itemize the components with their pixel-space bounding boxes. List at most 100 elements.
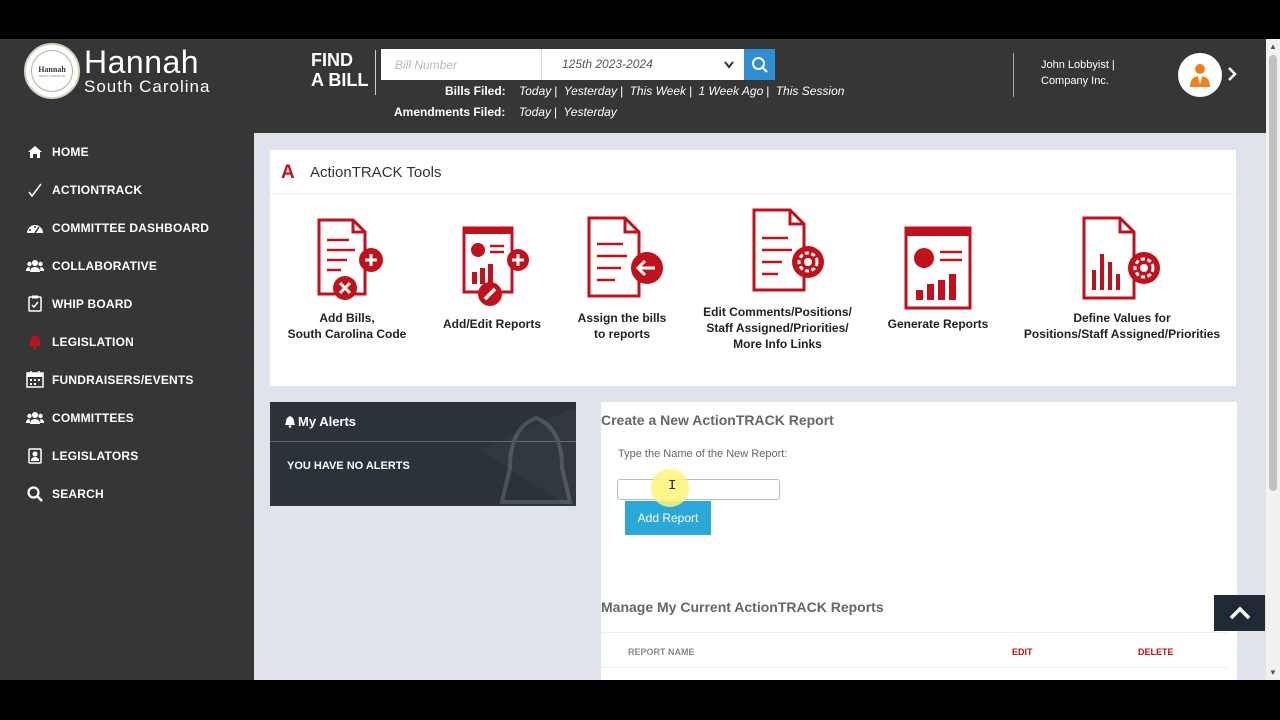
bell-icon (285, 416, 295, 428)
sidebar-item-home[interactable]: HOME (0, 133, 254, 171)
document-add-remove-icon (317, 218, 383, 300)
bills-filed-this-week-link[interactable]: This Week (630, 84, 686, 98)
logo-name[interactable]: Hannah (84, 45, 199, 79)
sidebar-item-actiontrack[interactable]: ACTIONTRACK (0, 171, 254, 209)
home-icon (25, 143, 45, 161)
report-chart-icon (904, 226, 972, 310)
logo-seal-icon[interactable]: Hannah NEWS SERVICE (24, 43, 80, 99)
bills-filed-this-session-link[interactable]: This Session (776, 84, 845, 98)
tool-label: Assign the bills (577, 311, 667, 325)
amendments-today-link[interactable]: Today (519, 105, 551, 119)
user-icon (1190, 64, 1210, 87)
bills-filed-today-link[interactable]: Today (519, 84, 551, 98)
sidebar-item-collaborative[interactable]: COLLABORATIVE (0, 247, 254, 285)
chevron-right-icon[interactable] (1226, 61, 1238, 93)
column-delete: DELETE (1138, 647, 1174, 657)
find-bill-label: FIND A BILL (311, 50, 368, 90)
column-edit: EDIT (1012, 647, 1033, 657)
seal-name: Hannah (38, 64, 66, 74)
no-alerts-message: YOU HAVE NO ALERTS (287, 460, 410, 472)
sidebar-item-label: COMMITTEES (52, 410, 134, 425)
tool-define-values[interactable]: Define Values for Positions/Staff Assign… (1022, 214, 1222, 342)
tool-generate-reports[interactable]: Generate Reports (878, 224, 998, 332)
user-name: John Lobbyist | (1041, 59, 1115, 71)
bell-watermark-icon (499, 415, 573, 504)
tool-label: Add/Edit Reports (443, 317, 541, 331)
search-icon (751, 56, 768, 73)
tools-divider (270, 193, 1236, 194)
reports-table-header: REPORT NAME EDIT DELETE (601, 632, 1227, 668)
session-select-value: 125th 2023-2024 (562, 57, 653, 71)
bills-filed-1-week-ago-link[interactable]: 1 Week Ago (699, 84, 764, 98)
tool-label: South Carolina Code (287, 327, 407, 341)
tool-label: Define Values for (1073, 311, 1171, 325)
people-icon (25, 257, 45, 275)
sidebar-item-fundraisers-events[interactable]: FUNDRAISERS/EVENTS (0, 361, 254, 399)
back-to-top-button[interactable] (1214, 595, 1265, 631)
column-report-name[interactable]: REPORT NAME (628, 647, 695, 657)
tool-assign-bills[interactable]: Assign the bills to reports (562, 214, 682, 342)
user-divider (1013, 53, 1014, 97)
page-scrollbar[interactable]: ▲ ▼ (1266, 39, 1280, 680)
actiontrack-logo-icon: A (281, 162, 295, 183)
tool-label: Edit Comments/Positions/ (703, 305, 852, 319)
clipboard-icon (25, 295, 45, 313)
sidebar-item-legislators[interactable]: LEGISLATORS (0, 437, 254, 475)
sidebar-item-search[interactable]: SEARCH (0, 475, 254, 513)
tool-add-bills[interactable]: Add Bills, South Carolina Code (282, 216, 412, 342)
sidebar-item-committee-dashboard[interactable]: COMMITTEE DASHBOARD (0, 209, 254, 247)
tool-label: Generate Reports (887, 317, 989, 331)
user-info: John Lobbyist | Company Inc. (1041, 57, 1115, 89)
my-alerts-title: My Alerts (298, 414, 357, 429)
report-edit-icon (462, 226, 529, 306)
tools-title: ActionTRACK Tools (310, 164, 442, 181)
logo-state[interactable]: South Carolina (84, 77, 210, 97)
bills-filed-links: Bills Filed: Today | Yesterday | This Week… (445, 84, 845, 98)
sidebar-item-label: HOME (52, 144, 89, 159)
document-assign-icon (587, 216, 663, 298)
scroll-down-arrow-icon[interactable]: ▼ (1269, 668, 1277, 677)
sidebar-item-label: LEGISLATION (52, 334, 134, 349)
tool-add-edit-reports[interactable]: Add/Edit Reports (432, 222, 552, 332)
sidebar-item-label: FUNDRAISERS/EVENTS (52, 372, 194, 387)
sidebar-item-whip-board[interactable]: WHIP BOARD (0, 285, 254, 323)
top-header: Hannah NEWS SERVICE Hannah South Carolin… (0, 39, 1266, 133)
search-icon (25, 485, 45, 503)
find-bill-line2: A BILL (311, 70, 369, 90)
sidebar: HOME ACTIONTRACK COMMITTEE DASHBOARD COL… (0, 133, 254, 680)
tool-label: Add Bills, (319, 311, 375, 325)
dashboard-icon (25, 219, 45, 237)
find-divider (375, 50, 376, 95)
id-card-icon (25, 447, 45, 465)
sidebar-item-label: WHIP BOARD (52, 296, 133, 311)
create-report-title: Create a New ActionTRACK Report (601, 412, 834, 428)
bill-search-button[interactable] (744, 49, 775, 80)
document-settings-icon (752, 208, 824, 292)
sidebar-item-label: ACTIONTRACK (52, 182, 143, 197)
user-avatar[interactable] (1178, 53, 1222, 97)
text-cursor-icon: I (668, 478, 677, 494)
seal-subtitle: NEWS SERVICE (38, 73, 66, 78)
tool-edit-comments[interactable]: Edit Comments/Positions/ Staff Assigned/… (695, 206, 860, 352)
report-name-label: Type the Name of the New Report: (618, 448, 788, 460)
scrollbar-thumb[interactable] (1269, 55, 1277, 491)
sidebar-item-committees[interactable]: COMMITTEES (0, 399, 254, 437)
bell-icon (25, 333, 45, 351)
my-alerts-panel: My Alerts YOU HAVE NO ALERTS (270, 402, 576, 506)
tool-label: More Info Links (733, 337, 822, 351)
amendments-filed-links: Amendments Filed: Today | Yesterday (394, 105, 617, 119)
tool-label: to reports (593, 327, 650, 341)
sidebar-item-legislation[interactable]: LEGISLATION (0, 323, 254, 361)
actiontrack-tools-panel: A ActionTRACK Tools Add Bills, South Car… (270, 150, 1236, 386)
bills-filed-yesterday-link[interactable]: Yesterday (564, 84, 617, 98)
find-bill-line1: FIND (311, 50, 353, 70)
tool-label: Positions/Staff Assigned/Priorities (1023, 327, 1221, 341)
session-select[interactable]: 125th 2023-2024 (541, 49, 745, 80)
sidebar-item-label: LEGISLATORS (52, 448, 139, 463)
bill-number-input[interactable] (381, 49, 541, 80)
report-name-input[interactable] (617, 479, 780, 500)
sidebar-item-label: SEARCH (52, 486, 104, 501)
amendments-yesterday-link[interactable]: Yesterday (563, 105, 616, 119)
sidebar-item-label: COMMITTEE DASHBOARD (52, 220, 210, 235)
scroll-up-arrow-icon[interactable]: ▲ (1269, 42, 1277, 51)
